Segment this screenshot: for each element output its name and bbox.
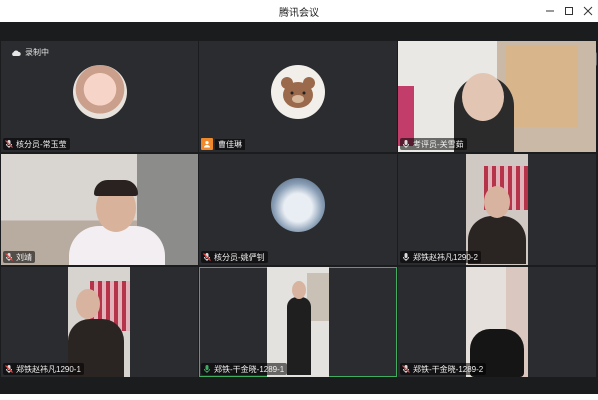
- participant-label: 考评员-关雪茹: [400, 138, 467, 150]
- maximize-icon: [565, 7, 573, 15]
- minimize-icon: [546, 10, 554, 12]
- face-shape: [76, 289, 100, 319]
- participant-label: 郑铁-干金晓-1289-1: [201, 363, 288, 375]
- close-icon: [583, 6, 593, 16]
- participant-name: 核分员-姚俨钊: [214, 252, 265, 262]
- video-grid: 录制中 核分员-常玉莹 曹佳琳 考评员-关雪茹 刘靖 核分员-姚俨钊 郑铁赵祎凡…: [1, 41, 596, 379]
- face-shape: [462, 73, 504, 121]
- participant-label: 刘靖: [3, 251, 35, 263]
- participant-label: 郑铁-干金晓-1289-2: [400, 363, 487, 375]
- meeting-area: 录制中 核分员-常玉莹 曹佳琳 考评员-关雪茹 刘靖 核分员-姚俨钊 郑铁赵祎凡…: [0, 22, 598, 394]
- bear-avatar-icon: [281, 77, 315, 108]
- clothes-shape: [398, 86, 414, 146]
- participant-video: [1, 154, 198, 265]
- user-icon: [201, 138, 213, 150]
- participant-video: [398, 41, 596, 152]
- recording-indicator: 录制中: [11, 47, 49, 58]
- mic-muted-icon: [402, 365, 410, 373]
- participant-name: 刘靖: [16, 252, 32, 262]
- cloud-icon: [12, 49, 21, 56]
- participant-label: 核分员-常玉莹: [3, 138, 70, 150]
- close-button[interactable]: [579, 2, 597, 20]
- cabinet-shape: [506, 45, 578, 127]
- mic-icon: [403, 253, 409, 261]
- participant-tile[interactable]: 录制中 核分员-常玉莹: [1, 41, 198, 152]
- participant-video: [466, 154, 528, 265]
- participant-name: 郑铁-干金晓-1289-1: [214, 364, 285, 374]
- face-shape: [484, 186, 510, 218]
- participant-tile[interactable]: 郑铁赵祎凡1290-2: [398, 154, 596, 265]
- participant-label: 核分员-姚俨钊: [201, 251, 268, 263]
- participant-tile[interactable]: 郑铁-干金晓-1289-2: [398, 267, 596, 377]
- participant-name: 核分员-常玉莹: [16, 139, 67, 149]
- participant-video: [68, 267, 130, 377]
- participant-label: 郑铁赵祎凡1290-1: [3, 363, 84, 375]
- participant-video: [267, 267, 329, 377]
- participant-label: 郑铁赵祎凡1290-2: [400, 251, 481, 263]
- hair-shape: [94, 180, 138, 196]
- bottom-bar: [0, 379, 598, 394]
- mic-icon: [403, 140, 409, 148]
- participant-avatar: [271, 65, 325, 119]
- window-title: 腾讯会议: [279, 8, 319, 19]
- recording-label: 录制中: [25, 48, 49, 57]
- participant-tile[interactable]: 郑铁赵祎凡1290-1: [1, 267, 198, 377]
- face-shape: [292, 281, 306, 299]
- mic-muted-icon: [203, 253, 211, 261]
- participant-name: 考评员-关雪茹: [413, 139, 464, 149]
- participant-avatar: [271, 178, 325, 232]
- mic-muted-icon: [5, 253, 13, 261]
- participant-tile-active[interactable]: 郑铁-干金晓-1289-1: [199, 267, 397, 377]
- minimize-button[interactable]: [541, 2, 559, 20]
- mic-muted-icon: [5, 140, 13, 148]
- participant-tile[interactable]: 核分员-姚俨钊: [199, 154, 397, 265]
- participant-video: [466, 267, 528, 377]
- participant-name: 曹佳琳: [215, 138, 245, 150]
- person-shape: [287, 297, 311, 375]
- participant-avatar: [73, 65, 127, 119]
- participant-tile[interactable]: 曹佳琳: [199, 41, 397, 152]
- participant-label: 曹佳琳: [201, 138, 248, 150]
- participant-tile[interactable]: 刘靖: [1, 154, 198, 265]
- maximize-button[interactable]: [560, 2, 578, 20]
- participant-name: 郑铁-干金晓-1289-2: [413, 364, 484, 374]
- participant-name: 郑铁赵祎凡1290-2: [413, 252, 478, 262]
- window-titlebar: 腾讯会议: [0, 0, 598, 22]
- participant-tile[interactable]: 考评员-关雪茹: [398, 41, 596, 152]
- mic-muted-icon: [5, 365, 13, 373]
- mic-icon: [204, 365, 210, 373]
- participant-name: 郑铁赵祎凡1290-1: [16, 364, 81, 374]
